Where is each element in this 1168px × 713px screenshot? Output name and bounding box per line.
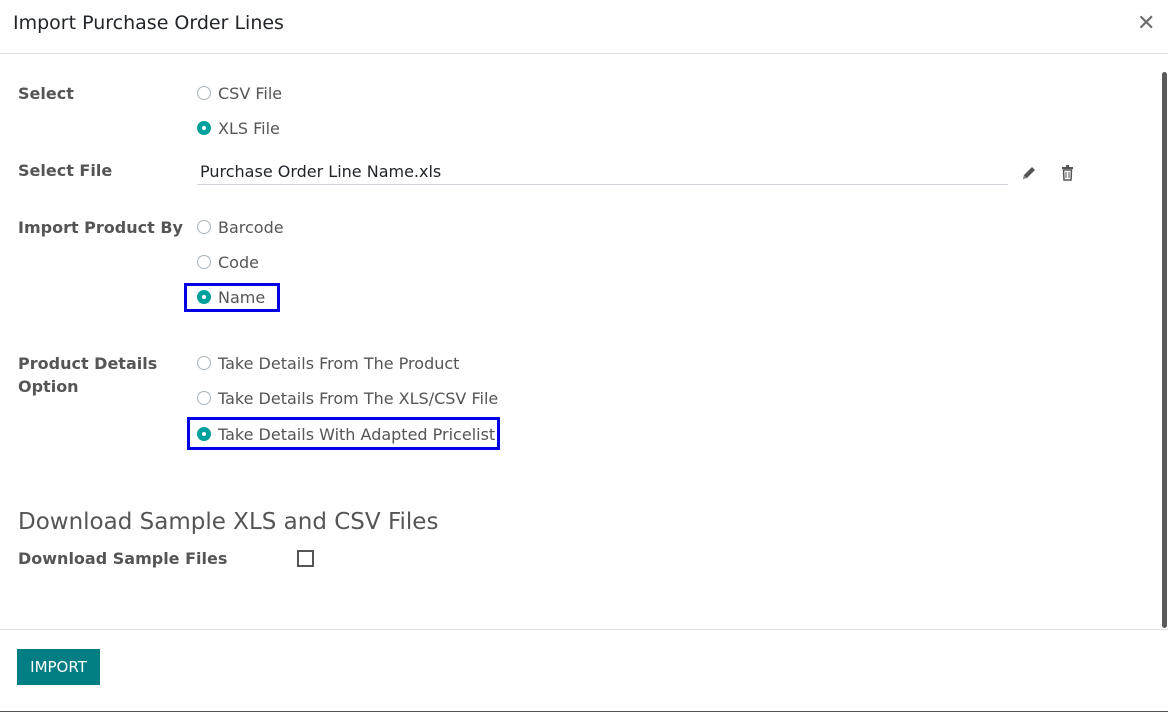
radio-xls-file[interactable]: XLS File xyxy=(197,117,280,139)
radio-csv-file[interactable]: CSV File xyxy=(197,82,282,104)
radio-button[interactable] xyxy=(197,255,211,269)
radio-label: Barcode xyxy=(218,217,284,237)
highlight-box xyxy=(187,417,500,450)
import-button[interactable]: IMPORT xyxy=(17,649,100,685)
radio-label: Code xyxy=(218,252,259,272)
download-sample-checkbox[interactable] xyxy=(297,550,314,567)
pencil-icon[interactable] xyxy=(1020,164,1038,182)
radio-button[interactable] xyxy=(197,86,211,100)
dialog-footer xyxy=(0,629,1168,712)
dialog-title: Import Purchase Order Lines xyxy=(13,12,284,34)
scrollbar[interactable] xyxy=(1162,72,1167,628)
label-line: Option xyxy=(18,377,79,396)
radio-label: Take Details From The Product xyxy=(218,353,460,373)
radio-button[interactable] xyxy=(197,391,211,405)
radio-button[interactable] xyxy=(197,356,211,370)
download-sample-files-label: Download Sample Files xyxy=(18,549,228,568)
select-file-label: Select File xyxy=(18,161,113,180)
radio-label: XLS File xyxy=(218,118,280,138)
radio-label: CSV File xyxy=(218,83,283,103)
select-label: Select xyxy=(18,84,74,103)
radio-barcode[interactable]: Barcode xyxy=(197,216,284,238)
radio-take-details-from-product[interactable]: Take Details From The Product xyxy=(197,352,459,374)
file-field[interactable]: Purchase Order Line Name.xls xyxy=(197,160,1008,185)
close-icon[interactable]: ✕ xyxy=(1137,11,1155,37)
radio-button[interactable] xyxy=(197,121,211,135)
radio-button[interactable] xyxy=(197,220,211,234)
radio-code[interactable]: Code xyxy=(197,251,259,273)
product-details-option-label: Product Details Option xyxy=(18,352,157,398)
label-line: Product Details xyxy=(18,354,158,373)
trash-icon[interactable] xyxy=(1059,164,1077,182)
section-title: Download Sample XLS and CSV Files xyxy=(18,509,439,535)
radio-take-details-from-file[interactable]: Take Details From The XLS/CSV File xyxy=(197,387,498,409)
import-product-by-label: Import Product By xyxy=(18,218,183,237)
radio-label: Take Details From The XLS/CSV File xyxy=(218,388,499,408)
highlight-box xyxy=(184,283,280,312)
dialog-header: Import Purchase Order Lines ✕ xyxy=(0,0,1168,54)
file-name: Purchase Order Line Name.xls xyxy=(200,162,442,181)
